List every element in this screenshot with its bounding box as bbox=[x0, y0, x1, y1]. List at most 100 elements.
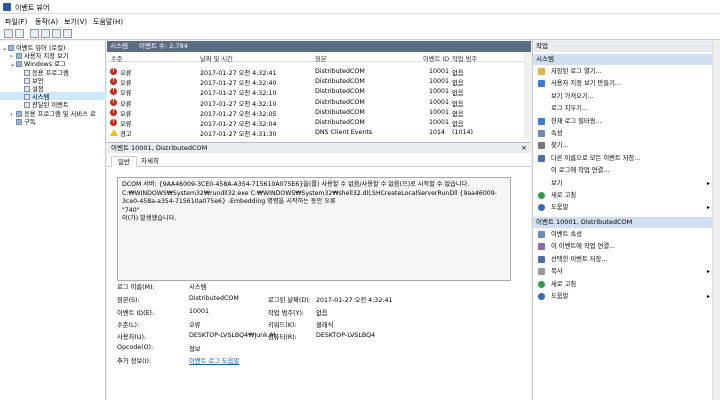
action-item[interactable]: 새로 고침 bbox=[533, 280, 713, 289]
action-item[interactable]: 로그 지우기... bbox=[533, 104, 713, 113]
col-event-id[interactable]: 이벤트 ID bbox=[423, 54, 449, 63]
table-row[interactable]: ! 오류 2017-01-27 오전 4:32:05 DistributedCOM 10… bbox=[107, 108, 523, 118]
cell-category: 없음 bbox=[452, 110, 464, 118]
action-item[interactable]: 속성 bbox=[533, 129, 713, 138]
find-icon bbox=[538, 142, 545, 150]
col-category[interactable]: 작업 범주 bbox=[452, 54, 477, 63]
detail-tabs: 일반 자세히 bbox=[107, 154, 531, 167]
action-item[interactable]: 현재 로그 필터링... bbox=[533, 117, 713, 126]
submenu-arrow-icon: ▸ bbox=[706, 179, 710, 187]
tree-item[interactable]: › 사용자 지정 보기 bbox=[0, 51, 106, 60]
error-icon: ! bbox=[110, 78, 117, 86]
close-icon[interactable]: × bbox=[521, 143, 527, 154]
logged-label: 로그된 날짜(D): bbox=[268, 297, 311, 304]
event-list-scrollbar[interactable] bbox=[524, 53, 531, 139]
tree-item[interactable]: 전달된 이벤트 bbox=[0, 100, 106, 109]
col-source[interactable]: 원본 bbox=[315, 54, 327, 63]
folder-icon[interactable] bbox=[30, 29, 39, 38]
tab-general[interactable]: 일반 bbox=[111, 156, 137, 167]
table-row[interactable]: ! 오류 2017-01-27 오전 4:32:10 DistributedCOM 10… bbox=[107, 88, 523, 97]
back-icon[interactable] bbox=[4, 29, 13, 38]
action-label: 선택한 이벤트 저장... bbox=[551, 255, 608, 263]
action-item[interactable]: 저장된 로그 열기... bbox=[533, 67, 713, 76]
action-label: 이 로그에 작업 연결... bbox=[551, 167, 610, 175]
tree-item[interactable]: 설정 bbox=[0, 84, 106, 93]
pane-icon[interactable] bbox=[63, 29, 72, 38]
tree-item[interactable]: 보안 bbox=[0, 76, 106, 85]
action-item[interactable]: 이벤트 속성 bbox=[533, 230, 713, 239]
table-row[interactable]: ! 오류 2017-01-27 오전 4:32:40 DistributedCOM 10… bbox=[107, 78, 523, 88]
category-label: 작업 범주(Y): bbox=[268, 310, 305, 317]
action-item[interactable]: 이 로그에 작업 연결... bbox=[533, 166, 713, 175]
action-item[interactable]: 새로 고침 bbox=[533, 191, 713, 200]
forward-icon[interactable] bbox=[15, 29, 24, 38]
menu-action[interactable]: 동작(A) bbox=[35, 17, 58, 27]
action-item[interactable]: 보기 가져오기... bbox=[533, 92, 713, 101]
cell-source: DistributedCOM bbox=[315, 119, 365, 126]
log-icon bbox=[24, 86, 30, 92]
table-row[interactable]: ! 오류 2017-01-27 오전 4:32:10 DistributedCOM 10… bbox=[107, 98, 523, 108]
computer-value: DESKTOP-LVSLBQ4 bbox=[316, 332, 376, 339]
table-row[interactable]: ! 오류 2017-01-27 오전 4:32:04 DistributedCOM 10… bbox=[107, 119, 523, 128]
action-item[interactable]: 찾기... bbox=[533, 141, 713, 150]
warning-icon bbox=[110, 129, 118, 137]
action-label: 이벤트 속성 bbox=[551, 231, 582, 238]
actions-pane: 작업 시스템 저장된 로그 열기... 사용자 지정 보기 만들기... 보기 가져… bbox=[532, 41, 713, 400]
action-label: 속성 bbox=[551, 130, 563, 137]
tree-item[interactable]: › 응용 프로그램 및 서비스 로 bbox=[0, 109, 106, 118]
action-item[interactable]: 도움말 ▸ bbox=[533, 203, 713, 212]
action-item[interactable]: 보기 ▸ bbox=[533, 179, 713, 188]
action-label: 새로 고침 bbox=[551, 192, 577, 199]
window-scrollbar[interactable] bbox=[712, 41, 720, 400]
table-row[interactable]: ! 오류 2017-01-27 오전 4:32:41 DistributedCOM 10… bbox=[107, 68, 523, 77]
action-item[interactable]: 도움말 ▸ bbox=[533, 292, 713, 301]
cell-source: DistributedCOM bbox=[315, 88, 365, 96]
action-label: 사용자 지정 보기 만들기... bbox=[551, 80, 621, 88]
keywords-label: 키워드(K): bbox=[268, 322, 297, 329]
log-name: 시스템 bbox=[110, 42, 128, 50]
event-message[interactable]: DCOM 서버: {9AA46009-3CE0-458A-A354-715610… bbox=[117, 177, 511, 281]
level-label: 수준(L): bbox=[117, 322, 140, 329]
cell-category: (1014) bbox=[452, 129, 473, 137]
tab-details[interactable]: 자세히 bbox=[135, 156, 165, 167]
submenu-arrow-icon: ▸ bbox=[706, 268, 710, 276]
error-icon: ! bbox=[110, 88, 117, 96]
tree-item-label: 구독 bbox=[24, 118, 36, 126]
action-item[interactable]: 선택한 이벤트 저장... bbox=[533, 255, 713, 264]
tree-item[interactable]: ⌄ 이벤트 뷰어 (로컬) bbox=[0, 43, 106, 52]
folder-icon bbox=[16, 53, 22, 60]
tree-item[interactable]: 응용 프로그램 bbox=[0, 68, 106, 77]
action-item[interactable]: 다른 이름으로 모든 이벤트 저장... bbox=[533, 154, 713, 163]
actions-title: 작업 bbox=[533, 41, 713, 52]
event-log-help-link[interactable]: 이벤트 로그 도움말 bbox=[189, 356, 239, 365]
action-label: 새로 고침 bbox=[551, 280, 577, 288]
actions-section-system[interactable]: 시스템 bbox=[533, 54, 713, 65]
submenu-arrow-icon: ▸ bbox=[706, 204, 710, 212]
action-item[interactable]: 복사 ▸ bbox=[533, 267, 713, 276]
cell-category: 없음 bbox=[452, 70, 464, 77]
tree-item[interactable]: 시스템 bbox=[0, 92, 106, 101]
folder-icon bbox=[16, 110, 22, 117]
cell-category: 없음 bbox=[452, 80, 464, 88]
menu-view[interactable]: 보기(V) bbox=[64, 17, 87, 27]
save-icon bbox=[538, 154, 545, 162]
properties-icon[interactable] bbox=[52, 29, 61, 38]
cell-source: DistributedCOM bbox=[315, 78, 365, 86]
action-item[interactable]: 이 이벤트에 작업 연결... bbox=[533, 242, 713, 251]
help-icon[interactable] bbox=[41, 29, 50, 38]
cell-date: 2017-01-27 오전 4:31:30 bbox=[200, 131, 277, 139]
actions-section-event[interactable]: 이벤트 10001, DistributedCOM bbox=[533, 217, 713, 228]
col-level[interactable]: 수준 bbox=[111, 54, 123, 63]
menu-file[interactable]: 파일(F) bbox=[5, 17, 27, 27]
col-date[interactable]: 날짜 및 시간 bbox=[200, 54, 233, 63]
table-row[interactable]: 경고 2017-01-27 오전 4:31:30 DNS Client Events… bbox=[107, 129, 523, 139]
menu-help[interactable]: 도움말(H) bbox=[93, 17, 123, 27]
cell-source: DistributedCOM bbox=[315, 98, 365, 106]
tree-item[interactable]: 구독 bbox=[0, 117, 106, 126]
tree-item[interactable]: ⌄ Windows 로그 bbox=[0, 59, 106, 68]
action-label: 저장된 로그 열기... bbox=[551, 68, 602, 75]
action-item[interactable]: 사용자 지정 보기 만들기... bbox=[533, 79, 713, 88]
detail-header: 이벤트 10001, DistributedCOM × bbox=[107, 142, 531, 153]
cell-event-id: 10001 bbox=[429, 108, 450, 116]
error-icon: ! bbox=[110, 119, 117, 126]
